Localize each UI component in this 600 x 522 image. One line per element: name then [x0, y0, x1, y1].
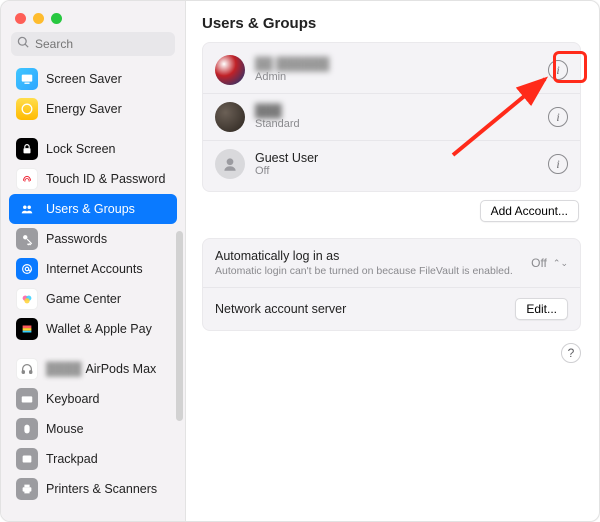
sidebar-item-screen-saver[interactable]: Screen Saver [9, 64, 177, 94]
setting-label: Automatically log in as [215, 249, 513, 263]
user-info-button[interactable]: i [548, 154, 568, 174]
sidebar-scrollbar[interactable] [176, 231, 183, 421]
sidebar-item-mouse[interactable]: Mouse [9, 414, 177, 444]
sidebar-item-passwords[interactable]: Passwords [9, 224, 177, 254]
sidebar-item-label: Users & Groups [46, 202, 135, 216]
updown-icon: ⌃⌄ [553, 258, 568, 269]
sidebar-item-label: Energy Saver [46, 102, 122, 116]
sidebar-item-wallet[interactable]: Wallet & Apple Pay [9, 314, 177, 344]
sidebar-item-label: Game Center [46, 292, 121, 306]
value-text: Off [531, 256, 547, 270]
auto-login-row[interactable]: Automatically log in as Automatic login … [203, 239, 580, 288]
help-button[interactable]: ? [561, 343, 581, 363]
user-row[interactable]: ██ ██████ Admin i [203, 47, 580, 94]
user-role: Admin [255, 71, 538, 83]
sidebar-item-airpods[interactable]: ████AirPods Max [9, 354, 177, 384]
edit-network-server-button[interactable]: Edit... [515, 298, 568, 320]
network-server-row: Network account server Edit... [203, 288, 580, 330]
sidebar-item-label: Passwords [46, 232, 107, 246]
system-settings-window: Screen Saver Energy Saver Lock Screen [0, 0, 600, 522]
keyboard-icon [16, 388, 38, 410]
window-controls [1, 1, 185, 32]
key-icon [16, 228, 38, 250]
search-icon [17, 36, 35, 52]
fingerprint-icon [16, 168, 38, 190]
game-center-icon [16, 288, 38, 310]
auto-login-value[interactable]: Off ⌃⌄ [531, 256, 568, 270]
wallet-icon [16, 318, 38, 340]
add-account-button[interactable]: Add Account... [480, 200, 579, 222]
user-role: Off [255, 165, 538, 177]
user-name: ███ [255, 104, 295, 118]
sidebar-item-label: ████AirPods Max [46, 362, 156, 376]
lock-icon [16, 138, 38, 160]
sidebar-item-game-center[interactable]: Game Center [9, 284, 177, 314]
energy-icon [16, 98, 38, 120]
sidebar-item-label: Printers & Scanners [46, 482, 157, 496]
search-input[interactable] [35, 37, 190, 51]
minimize-window-button[interactable] [33, 13, 44, 24]
sidebar-item-label: Screen Saver [46, 72, 122, 86]
sidebar-item-keyboard[interactable]: Keyboard [9, 384, 177, 414]
sidebar-item-energy-saver[interactable]: Energy Saver [9, 94, 177, 124]
sidebar-item-trackpad[interactable]: Trackpad [9, 444, 177, 474]
at-icon [16, 258, 38, 280]
sidebar-item-label: Mouse [46, 422, 84, 436]
sidebar-item-label: Lock Screen [46, 142, 115, 156]
setting-label: Network account server [215, 302, 346, 316]
close-window-button[interactable] [15, 13, 26, 24]
printer-icon [16, 478, 38, 500]
user-list-card: ██ ██████ Admin i ███ Standard i Guest U… [202, 42, 581, 192]
mouse-icon [16, 418, 38, 440]
sidebar-item-label: Keyboard [46, 392, 100, 406]
trackpad-icon [16, 448, 38, 470]
sidebar-item-touch-id[interactable]: Touch ID & Password [9, 164, 177, 194]
avatar [215, 55, 245, 85]
page-title: Users & Groups [202, 15, 581, 32]
screensaver-icon [16, 68, 38, 90]
person-icon [221, 155, 239, 173]
user-row[interactable]: ███ Standard i [203, 94, 580, 141]
sidebar-item-users-groups[interactable]: Users & Groups [9, 194, 177, 224]
user-info-button[interactable]: i [548, 60, 568, 80]
sidebar-list: Screen Saver Energy Saver Lock Screen [1, 62, 185, 521]
sidebar-item-label: Trackpad [46, 452, 98, 466]
user-name: Guest User [255, 151, 538, 165]
setting-sublabel: Automatic login can't be turned on becau… [215, 265, 513, 277]
avatar [215, 149, 245, 179]
content-pane: Users & Groups ██ ██████ Admin i ███ Sta… [186, 1, 599, 521]
sidebar-item-internet-accounts[interactable]: Internet Accounts [9, 254, 177, 284]
user-info-button[interactable]: i [548, 107, 568, 127]
user-name: ██ ██████ [255, 57, 538, 71]
user-role: Standard [255, 118, 538, 130]
sidebar-item-lock-screen[interactable]: Lock Screen [9, 134, 177, 164]
zoom-window-button[interactable] [51, 13, 62, 24]
user-row[interactable]: Guest User Off i [203, 141, 580, 187]
sidebar-item-label: Wallet & Apple Pay [46, 322, 152, 336]
avatar [215, 102, 245, 132]
sidebar-item-label: Internet Accounts [46, 262, 143, 276]
settings-card: Automatically log in as Automatic login … [202, 238, 581, 331]
users-icon [16, 198, 38, 220]
sidebar: Screen Saver Energy Saver Lock Screen [1, 1, 186, 521]
headphones-icon [16, 358, 38, 380]
sidebar-item-printers[interactable]: Printers & Scanners [9, 474, 177, 504]
search-field[interactable] [11, 32, 175, 56]
sidebar-item-label: Touch ID & Password [46, 172, 166, 186]
